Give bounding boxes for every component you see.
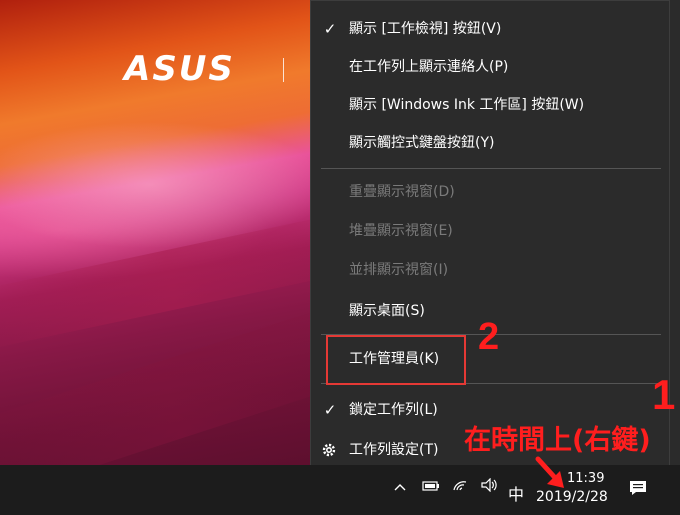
notification-icon[interactable]: [628, 479, 648, 501]
clock-date[interactable]: 2019/2/28: [536, 489, 608, 505]
checkmark-icon: ✓: [323, 401, 337, 419]
taskbar-context-menu: ✓ 顯示 [工作檢視] 按鈕(V) 在工作列上顯示連絡人(P) 顯示 [Wind…: [310, 0, 670, 467]
clock-time[interactable]: 11:39: [567, 471, 604, 486]
menu-separator: [321, 168, 661, 169]
chevron-up-icon[interactable]: [394, 480, 406, 496]
annotation-arrow: [535, 456, 564, 488]
annotation-instruction: 在時間上(右鍵): [464, 425, 651, 456]
highlight-box-task-manager: [326, 335, 466, 385]
gear-icon: [322, 443, 336, 457]
ime-indicator[interactable]: 中: [508, 481, 524, 505]
asus-logo: ASUS: [124, 49, 235, 89]
menu-item-show-task-view[interactable]: ✓ 顯示 [工作檢視] 按鈕(V): [311, 10, 669, 48]
checkmark-icon: ✓: [323, 20, 337, 38]
speaker-icon[interactable]: [480, 477, 498, 496]
battery-icon[interactable]: [422, 480, 440, 496]
desktop-wallpaper: ASUS: [0, 0, 402, 510]
menu-item-show-windows-ink[interactable]: 顯示 [Windows Ink 工作區] 按鈕(W): [311, 86, 669, 124]
wifi-icon[interactable]: [452, 478, 468, 496]
menu-item-show-people[interactable]: 在工作列上顯示連絡人(P): [311, 48, 669, 86]
annotation-step-2: 2: [478, 316, 500, 358]
menu-item-cascade-windows: 重疊顯示視窗(D): [349, 184, 455, 200]
logo-divider: [283, 58, 284, 82]
menu-item-side-by-side-windows: 並排顯示視窗(I): [349, 262, 449, 278]
menu-item-show-touch-keyboard[interactable]: 顯示觸控式鍵盤按鈕(Y): [311, 124, 669, 162]
annotation-step-1: 1: [652, 371, 676, 418]
menu-item-stack-windows: 堆疊顯示視窗(E): [349, 223, 453, 239]
